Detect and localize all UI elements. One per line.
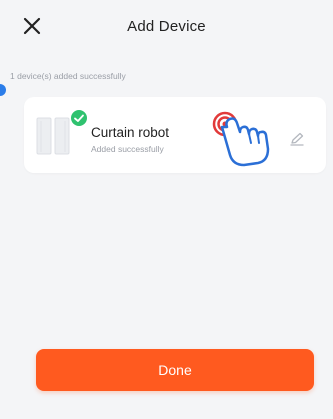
page-title: Add Device [127,18,206,35]
device-status: Added successfully [91,144,164,154]
top-bar: Add Device [0,0,333,56]
pencil-icon[interactable] [290,132,304,146]
curtain-robot-image [36,117,70,155]
device-name: Curtain robot [91,125,170,140]
done-button[interactable]: Done [36,349,314,391]
edge-indicator-dot [0,84,6,96]
device-card[interactable]: Curtain robot Added successfully [24,97,326,173]
tap-hand-icon [212,111,270,167]
check-circle-icon [71,110,87,126]
success-summary: 1 device(s) added successfully [10,71,126,81]
